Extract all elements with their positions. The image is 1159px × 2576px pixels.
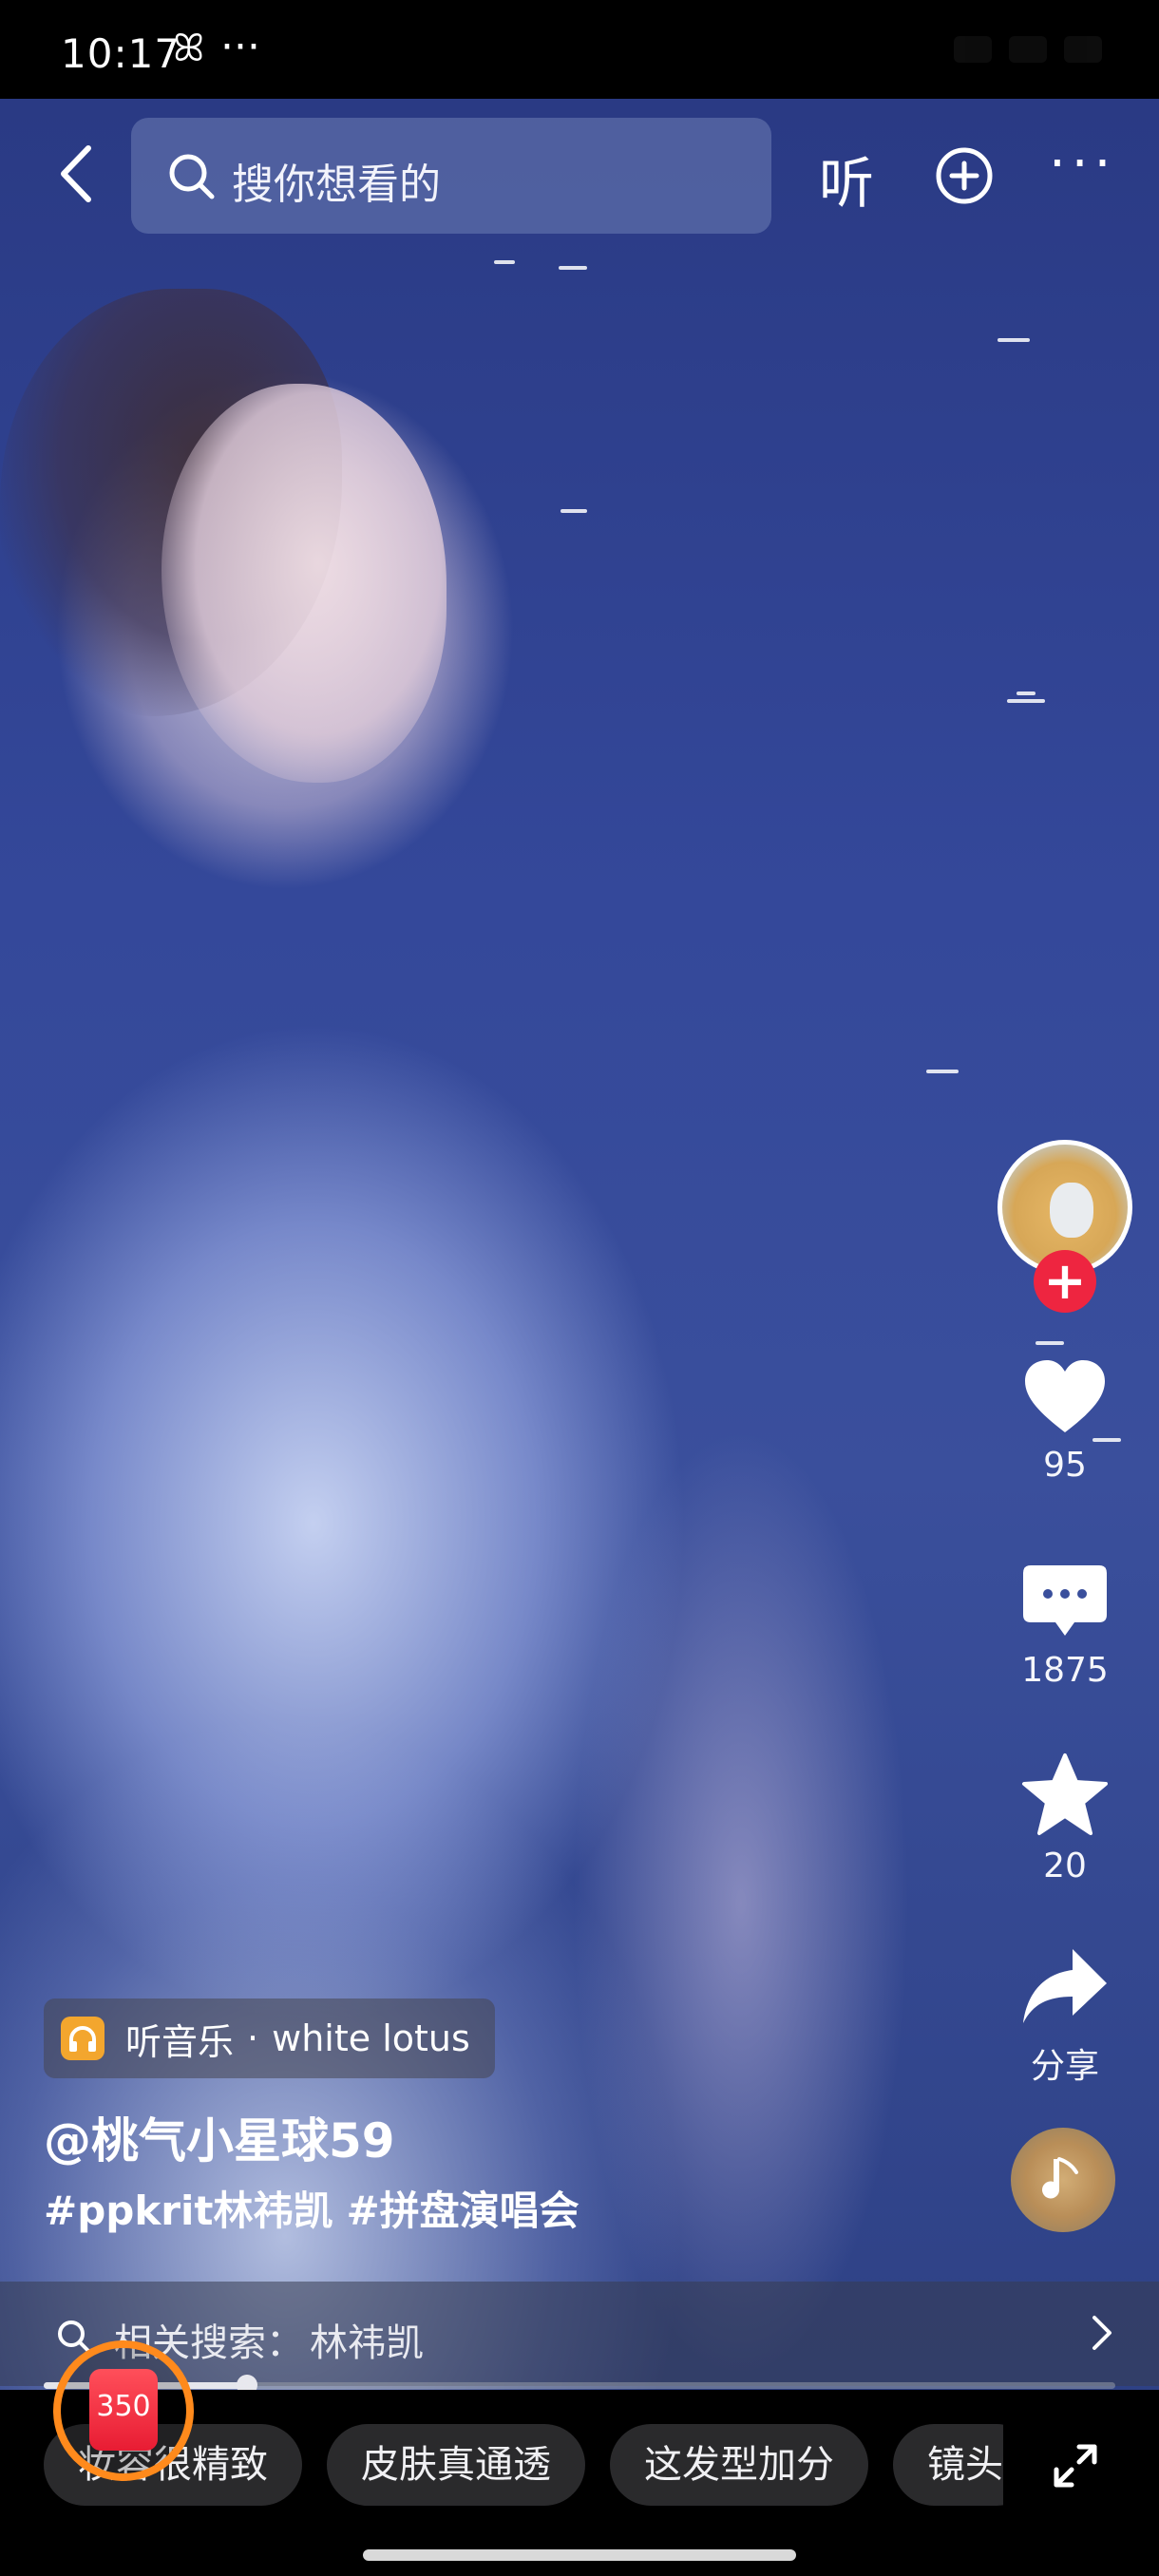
heart-icon: [1025, 1360, 1105, 1432]
video-progress-bar[interactable]: [44, 2375, 1115, 2396]
headphones-icon: [61, 2017, 104, 2060]
favorite-count: 20: [1043, 1847, 1087, 1885]
like-count: 95: [1043, 1446, 1087, 1485]
share-button[interactable]: 分享: [998, 1943, 1132, 2088]
search-placeholder: 搜你想看的: [232, 161, 441, 209]
hashtag-link[interactable]: #ppkrit林祎凯: [44, 2188, 332, 2234]
more-notifications-icon: ···: [220, 23, 260, 71]
hashtag-link[interactable]: #拼盘演唱会: [346, 2188, 579, 2234]
comment-button[interactable]: 1875: [998, 1562, 1132, 1690]
avatar-image: [1050, 1183, 1093, 1238]
music-prefix: 听音乐: [125, 2020, 235, 2063]
chevron-right-icon: [1092, 2316, 1112, 2350]
back-arrow-icon: [61, 145, 91, 202]
suggestion-chip[interactable]: 皮肤真通透: [327, 2424, 585, 2506]
comment-count: 1875: [1021, 1651, 1109, 1690]
search-bar[interactable]: 搜你想看的: [131, 118, 771, 234]
listen-mode-button[interactable]: 听: [819, 139, 874, 218]
music-note-icon: [1042, 2157, 1078, 2199]
music-disc-button[interactable]: [1011, 2128, 1115, 2232]
video-subject-face: [162, 384, 446, 783]
home-indicator[interactable]: [363, 2549, 796, 2561]
hashtag-list: #ppkrit林祎凯 #拼盘演唱会: [44, 2179, 593, 2237]
more-options-button[interactable]: ···: [1049, 133, 1116, 195]
suggestion-chip[interactable]: 镜头: [893, 2424, 1003, 2506]
wifi-icon: [1009, 36, 1047, 63]
share-arrow-icon: [1023, 1949, 1107, 2023]
follow-plus-button[interactable]: +: [1034, 1250, 1096, 1313]
music-tag[interactable]: 听音乐 · white lotus: [44, 1998, 495, 2078]
notification-icon: ꕤ: [173, 27, 205, 70]
share-label: 分享: [1030, 2047, 1099, 2086]
like-button[interactable]: 95: [998, 1356, 1132, 1485]
star-icon: [1022, 1753, 1108, 1835]
back-button[interactable]: [42, 141, 108, 207]
comment-icon: [1023, 1565, 1107, 1636]
music-separator: ·: [247, 2017, 259, 2059]
status-bar: 10:17 ꕤ ···: [0, 0, 1159, 99]
status-icons: [884, 32, 1102, 66]
fullscreen-icon[interactable]: [1051, 2441, 1100, 2491]
favorite-button[interactable]: 20: [998, 1752, 1132, 1885]
signal-icon: [954, 36, 992, 63]
music-title: white lotus: [272, 2017, 470, 2059]
related-search-term: 林祎凯: [310, 2321, 424, 2365]
top-bar: 搜你想看的 听 ···: [0, 116, 1159, 236]
red-packet-button[interactable]: 350: [53, 2340, 194, 2481]
author-name[interactable]: @桃气小星球59: [44, 2103, 395, 2171]
status-time: 10:17: [61, 30, 181, 77]
search-icon: [169, 154, 215, 199]
suggestion-chip[interactable]: 这发型加分: [610, 2424, 868, 2506]
battery-icon: [1064, 36, 1102, 63]
add-circle-icon[interactable]: [935, 146, 994, 205]
red-packet-count: 350: [96, 2390, 151, 2423]
